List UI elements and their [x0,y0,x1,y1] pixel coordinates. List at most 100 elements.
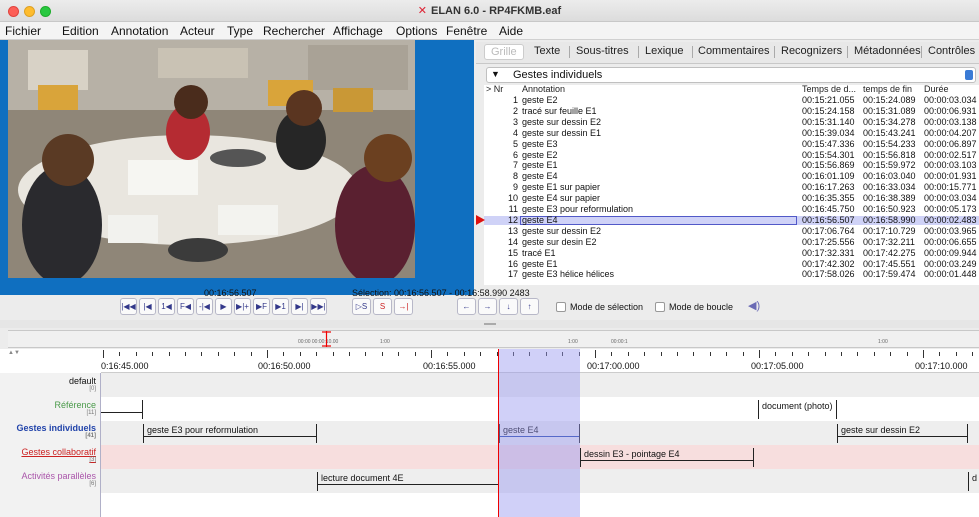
annotation-segment[interactable]: document (photo) [758,397,837,421]
ruler-tick [332,352,334,356]
menu-rechercher[interactable]: Rechercher [263,24,325,38]
annotation-segment[interactable]: d [968,469,979,493]
cell-annotation: geste sur dessin E2 [522,225,602,236]
ruler-tick [857,352,859,356]
step-forward-second-button[interactable]: ▶1 [272,298,289,315]
splitter-grip-icon[interactable] [484,323,496,325]
cell-annotation: geste E1 sur papier [522,182,601,193]
menu-type[interactable]: Type [227,24,253,38]
ruler-tick [873,352,875,356]
overview-cursor-icon[interactable] [321,331,332,347]
menu-options[interactable]: Options [396,24,437,38]
video-viewer[interactable] [0,40,474,295]
table-row[interactable]: 17 geste E3 hélice hélices 00:17:58.026 00:… [484,270,979,279]
table-row[interactable]: 6 geste E2 00:15:54.301 00:15:56.818 00:00:0… [484,149,979,160]
annotation-segment[interactable]: lecture document 4E [317,469,499,493]
menu-annotation[interactable]: Annotation [111,24,168,38]
menu-edition[interactable]: Edition [62,24,99,38]
table-row[interactable]: 3 geste sur dessin E2 00:15:31.140 00:15:34… [484,116,979,127]
crosshair-cursor[interactable] [498,349,499,517]
step-back-frame-button[interactable]: F◀ [177,298,194,315]
cell-start-time: 00:17:25.556 [802,236,855,247]
tier-select[interactable]: ▼ Gestes individuels [486,67,976,83]
table-row[interactable]: 14 geste sur desin E2 00:17:25.556 00:17:32… [484,236,979,247]
table-row[interactable]: 1 geste E2 00:15:21.055 00:15:24.089 00:00:0… [484,96,979,105]
table-row[interactable]: 16 geste E1 00:17:42.302 00:17:45.551 00:00:… [484,259,979,269]
tab-lexique[interactable]: Lexique [645,45,684,57]
selection-band[interactable] [499,349,580,517]
annotation-grid: > Nr Annotation Temps de d... temps de fin D… [484,85,979,285]
cell-annotation: tracé E1 [522,247,556,258]
tab-grille[interactable]: Grille [484,44,524,60]
annotation-segment[interactable] [101,397,143,421]
step-back-second-button[interactable]: 1◀ [158,298,175,315]
menu-affichage[interactable]: Affichage [333,24,383,38]
table-row[interactable]: 10 geste E4 sur papier 00:16:35.355 00:16:3… [484,194,979,203]
cell-start-time: 00:15:31.140 [802,116,855,127]
previous-frame-button[interactable]: |◀ [139,298,156,315]
previous-pixel-button[interactable]: -|◀ [196,298,213,315]
tier-label-reference[interactable]: Référence [11] [54,400,96,416]
next-pixel-button[interactable]: ▶|+ [234,298,251,315]
tier-select-stepper-icon[interactable] [965,70,973,80]
annotation-segment[interactable]: geste E3 pour reformulation [143,421,317,445]
menu-acteur[interactable]: Acteur [180,24,215,38]
selection-mode-checkbox[interactable] [556,302,566,312]
tab-recognizers[interactable]: Recognizers [781,45,842,57]
play-pause-button[interactable]: ▶ [215,298,232,315]
previous-annotation-button[interactable]: ← [457,298,476,315]
menu-aide[interactable]: Aide [499,24,523,38]
table-row[interactable]: 2 tracé sur feuille E1 00:15:24.158 00:15:3… [484,105,979,116]
timeline-viewer[interactable]: ▲▼ 0:16:45.000 00:16:50.000 00:16:55.000 00… [0,349,979,517]
step-forward-frame-button[interactable]: ▶F [253,298,270,315]
next-annotation-button[interactable]: → [478,298,497,315]
table-row[interactable]: 15 tracé E1 00:17:32.331 00:17:42.275 00:00:… [484,247,979,258]
timeline-corner-icon[interactable]: ▲▼ [8,350,20,356]
collapse-arrow-icon[interactable]: ▼ [491,69,500,79]
column-header-start: Temps de d... [802,85,857,94]
go-to-begin-button[interactable]: |◀◀ [120,298,137,315]
cell-annotation: tracé sur feuille E1 [522,105,597,116]
ruler-tick [234,352,236,356]
overview-ruler[interactable]: 00:00 00:00:10.00 1:00 1:00 00:00:1 1:00 [8,330,979,348]
table-row[interactable]: 8 geste E4 00:16:01.109 00:16:03.040 00:00:0… [484,172,979,181]
tier-up-button[interactable]: ↑ [520,298,539,315]
menu-fenetre[interactable]: Fenêtre [446,24,487,38]
ruler-tick [660,352,662,356]
ruler-tick [299,352,301,356]
tab-metadonnees[interactable]: Métadonnées [854,45,921,57]
play-selection-button[interactable]: ▷S [352,298,371,315]
selection-boundary-button[interactable]: →| [394,298,413,315]
grid-header-row[interactable]: > Nr Annotation Temps de d... temps de fin D… [484,85,979,94]
annotation-segment[interactable]: geste sur dessin E2 [837,421,968,445]
table-row[interactable]: 5 geste E3 00:15:47.336 00:15:54.233 00:00:0… [484,139,979,149]
tier-label-default[interactable]: default [0] [69,376,96,392]
next-frame-button[interactable]: ▶| [291,298,308,315]
table-row[interactable]: 11 geste E3 pour reformulation 00:16:45.75… [484,205,979,214]
cell-annotation: geste E2 [522,149,558,160]
table-row[interactable]: 7 geste E1 00:15:56.869 00:15:59.972 00:00:0… [484,161,979,170]
tab-commentaires[interactable]: Commentaires [698,45,770,57]
clear-selection-button[interactable]: S [373,298,392,315]
menu-fichier[interactable]: Fichier [5,24,41,38]
table-row[interactable]: 12 geste E4 00:16:56.507 00:16:58.990 00:00:… [484,215,979,225]
table-row[interactable]: 4 geste sur dessin E1 00:15:39.034 00:15:43… [484,128,979,138]
ruler-tick [365,352,367,356]
loop-mode-checkbox[interactable] [655,302,665,312]
tab-sous-titres[interactable]: Sous-titres [576,45,629,57]
tab-controles[interactable]: Contrôles [928,45,975,57]
table-row[interactable]: 9 geste E1 sur papier 00:16:17.263 00:16:33… [484,183,979,192]
go-to-end-button[interactable]: ▶▶| [310,298,327,315]
volume-icon[interactable]: ◀) [748,299,760,312]
tab-texte[interactable]: Texte [534,45,560,57]
pane-splitter[interactable] [0,320,979,328]
annotation-segment[interactable]: dessin E3 - pointage E4 [580,445,754,469]
tier-down-button[interactable]: ↓ [499,298,518,315]
cell-end-time: 00:17:59.474 [863,269,916,280]
ruler-tick [791,352,793,356]
tier-label-gestes-individuels[interactable]: Gestes individuels [41] [16,423,96,439]
cell-end-time: 00:15:56.818 [863,149,916,160]
tier-label-activites-paralleles[interactable]: Activités parallèles [6] [21,471,96,487]
table-row[interactable]: 13 geste sur dessin E2 00:17:06.764 00:17:1… [484,225,979,236]
tier-label-gestes-collaboratif[interactable]: Gestes collaboratif [3] [21,447,96,463]
